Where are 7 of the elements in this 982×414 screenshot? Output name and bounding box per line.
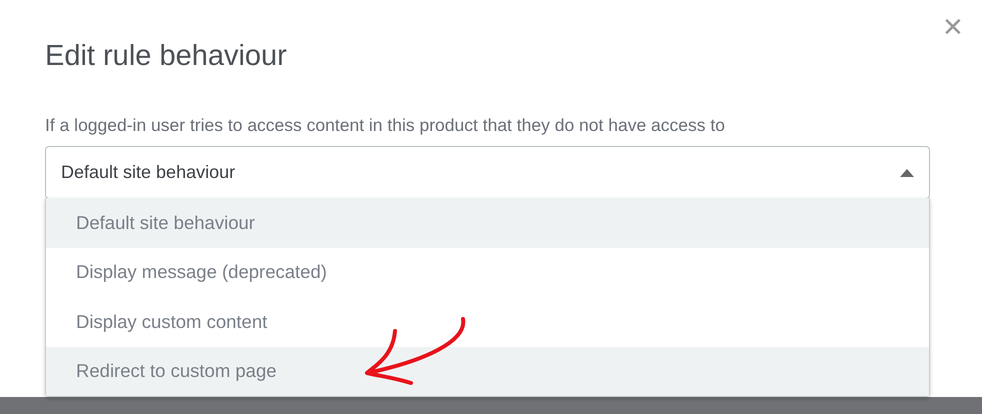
- close-button[interactable]: ✕: [938, 14, 968, 40]
- dropdown-option[interactable]: Display message (deprecated): [46, 248, 929, 297]
- dropdown-option[interactable]: Display custom content: [46, 297, 929, 346]
- dropdown-option[interactable]: Default site behaviour: [46, 198, 929, 248]
- field-label: If a logged-in user tries to access content in this product that they do not have access to: [45, 115, 726, 136]
- dropdown-option[interactable]: Redirect to custom page: [46, 346, 929, 396]
- dialog-title: Edit rule behaviour: [45, 40, 287, 73]
